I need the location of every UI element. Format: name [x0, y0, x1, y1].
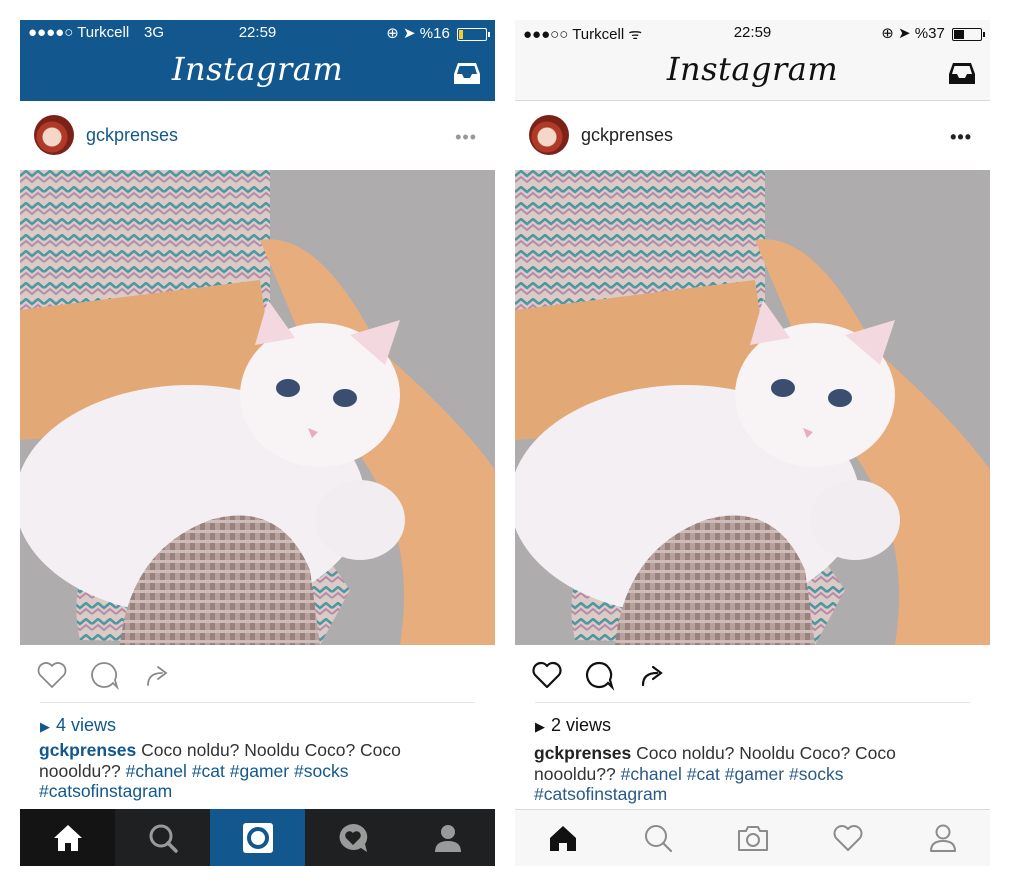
- app-header: ●●●●○ Turkcell 3G 22:59 ⊕ ➤ %16 Instagra…: [20, 20, 495, 101]
- phone-screen-old: ●●●●○ Turkcell 3G 22:59 ⊕ ➤ %16 Instagra…: [20, 20, 495, 866]
- heart-icon[interactable]: [34, 657, 70, 693]
- battery-icon: [457, 27, 490, 41]
- tab-activity[interactable]: [800, 810, 895, 866]
- hashtag[interactable]: #chanel: [126, 761, 187, 781]
- post-actions: [20, 657, 495, 697]
- cat-photo: [515, 170, 990, 645]
- tab-search[interactable]: [610, 810, 705, 866]
- post-video[interactable]: [20, 170, 495, 645]
- camera-icon: [242, 822, 273, 853]
- caption-username[interactable]: gckprenses: [39, 740, 136, 760]
- divider: [535, 702, 970, 703]
- location-icon: ➤: [898, 25, 911, 42]
- avatar[interactable]: [34, 115, 74, 155]
- status-right: ⊕ ➤ %16: [386, 24, 490, 42]
- profile-icon: [434, 824, 461, 852]
- tab-activity[interactable]: [305, 809, 400, 866]
- tab-home[interactable]: [20, 809, 115, 866]
- search-icon: [644, 825, 672, 853]
- heart-icon[interactable]: [529, 657, 565, 693]
- post-caption: gckprenses Coco noldu? Nooldu Coco? Coco…: [39, 740, 479, 802]
- view-count-label: 4 views: [56, 715, 117, 735]
- status-bar: ●●●●○ Turkcell 3G 22:59 ⊕ ➤ %16: [20, 20, 495, 46]
- post-header: gckprenses •••: [515, 115, 990, 155]
- hashtag[interactable]: #catsofinstagram: [534, 784, 667, 804]
- more-options-icon[interactable]: •••: [455, 127, 477, 148]
- app-logo: Instagram: [666, 50, 839, 88]
- hashtag[interactable]: #gamer: [230, 761, 289, 781]
- heart-icon: [833, 825, 862, 851]
- activity-icon: [339, 823, 367, 852]
- hashtag[interactable]: #socks: [294, 761, 348, 781]
- rotation-lock-icon: ⊕: [881, 25, 894, 42]
- hashtag[interactable]: #cat: [687, 764, 720, 784]
- rotation-lock-icon: ⊕: [386, 25, 399, 42]
- play-icon: ▶: [535, 719, 545, 734]
- home-icon: [549, 826, 576, 851]
- status-bar: ●●●○○ Turkcell ᯤ 22:59 ⊕ ➤ %37: [515, 20, 990, 46]
- battery-percent: %16: [419, 25, 450, 42]
- view-count-label: 2 views: [551, 715, 612, 735]
- tab-camera[interactable]: [705, 810, 800, 866]
- play-icon: ▶: [40, 719, 50, 734]
- hashtag[interactable]: #catsofinstagram: [39, 781, 172, 801]
- post-actions: [515, 657, 990, 697]
- tab-camera[interactable]: [210, 809, 305, 866]
- comment-icon[interactable]: [86, 657, 122, 693]
- phone-screen-new: ●●●○○ Turkcell ᯤ 22:59 ⊕ ➤ %37 Instagram…: [515, 20, 990, 866]
- battery-icon: [952, 27, 985, 41]
- view-count[interactable]: ▶ 4 views: [40, 715, 116, 736]
- tab-bar: [20, 809, 495, 866]
- hashtag[interactable]: #cat: [192, 761, 225, 781]
- share-icon[interactable]: [635, 657, 671, 693]
- tab-bar: [515, 809, 990, 866]
- tab-profile[interactable]: [895, 810, 990, 866]
- battery-percent: %37: [914, 25, 945, 42]
- tab-search[interactable]: [115, 809, 210, 866]
- app-logo: Instagram: [171, 50, 344, 88]
- view-count[interactable]: ▶ 2 views: [535, 715, 611, 736]
- caption-username[interactable]: gckprenses: [534, 743, 631, 763]
- post-username[interactable]: gckprenses: [86, 125, 178, 146]
- post-video[interactable]: [515, 170, 990, 645]
- tab-profile[interactable]: [400, 809, 495, 866]
- share-icon[interactable]: [140, 657, 176, 693]
- status-right: ⊕ ➤ %37: [881, 24, 985, 42]
- camera-icon: [737, 826, 768, 851]
- comment-icon[interactable]: [581, 657, 617, 693]
- hashtag[interactable]: #chanel: [621, 764, 682, 784]
- post-username[interactable]: gckprenses: [581, 125, 673, 146]
- profile-icon: [929, 824, 956, 852]
- search-icon: [149, 824, 178, 853]
- location-icon: ➤: [403, 25, 416, 42]
- post-header: gckprenses •••: [20, 115, 495, 155]
- cat-photo: [20, 170, 495, 645]
- more-options-icon[interactable]: •••: [950, 127, 972, 148]
- home-icon: [53, 824, 82, 851]
- app-header: ●●●○○ Turkcell ᯤ 22:59 ⊕ ➤ %37 Instagram: [515, 20, 990, 101]
- avatar[interactable]: [529, 115, 569, 155]
- post-caption: gckprenses Coco noldu? Nooldu Coco? Coco…: [534, 743, 974, 805]
- inbox-icon[interactable]: [948, 60, 976, 86]
- tab-home[interactable]: [515, 810, 610, 866]
- inbox-icon[interactable]: [453, 60, 481, 86]
- hashtag[interactable]: #socks: [789, 764, 843, 784]
- hashtag[interactable]: #gamer: [725, 764, 784, 784]
- divider: [40, 702, 475, 703]
